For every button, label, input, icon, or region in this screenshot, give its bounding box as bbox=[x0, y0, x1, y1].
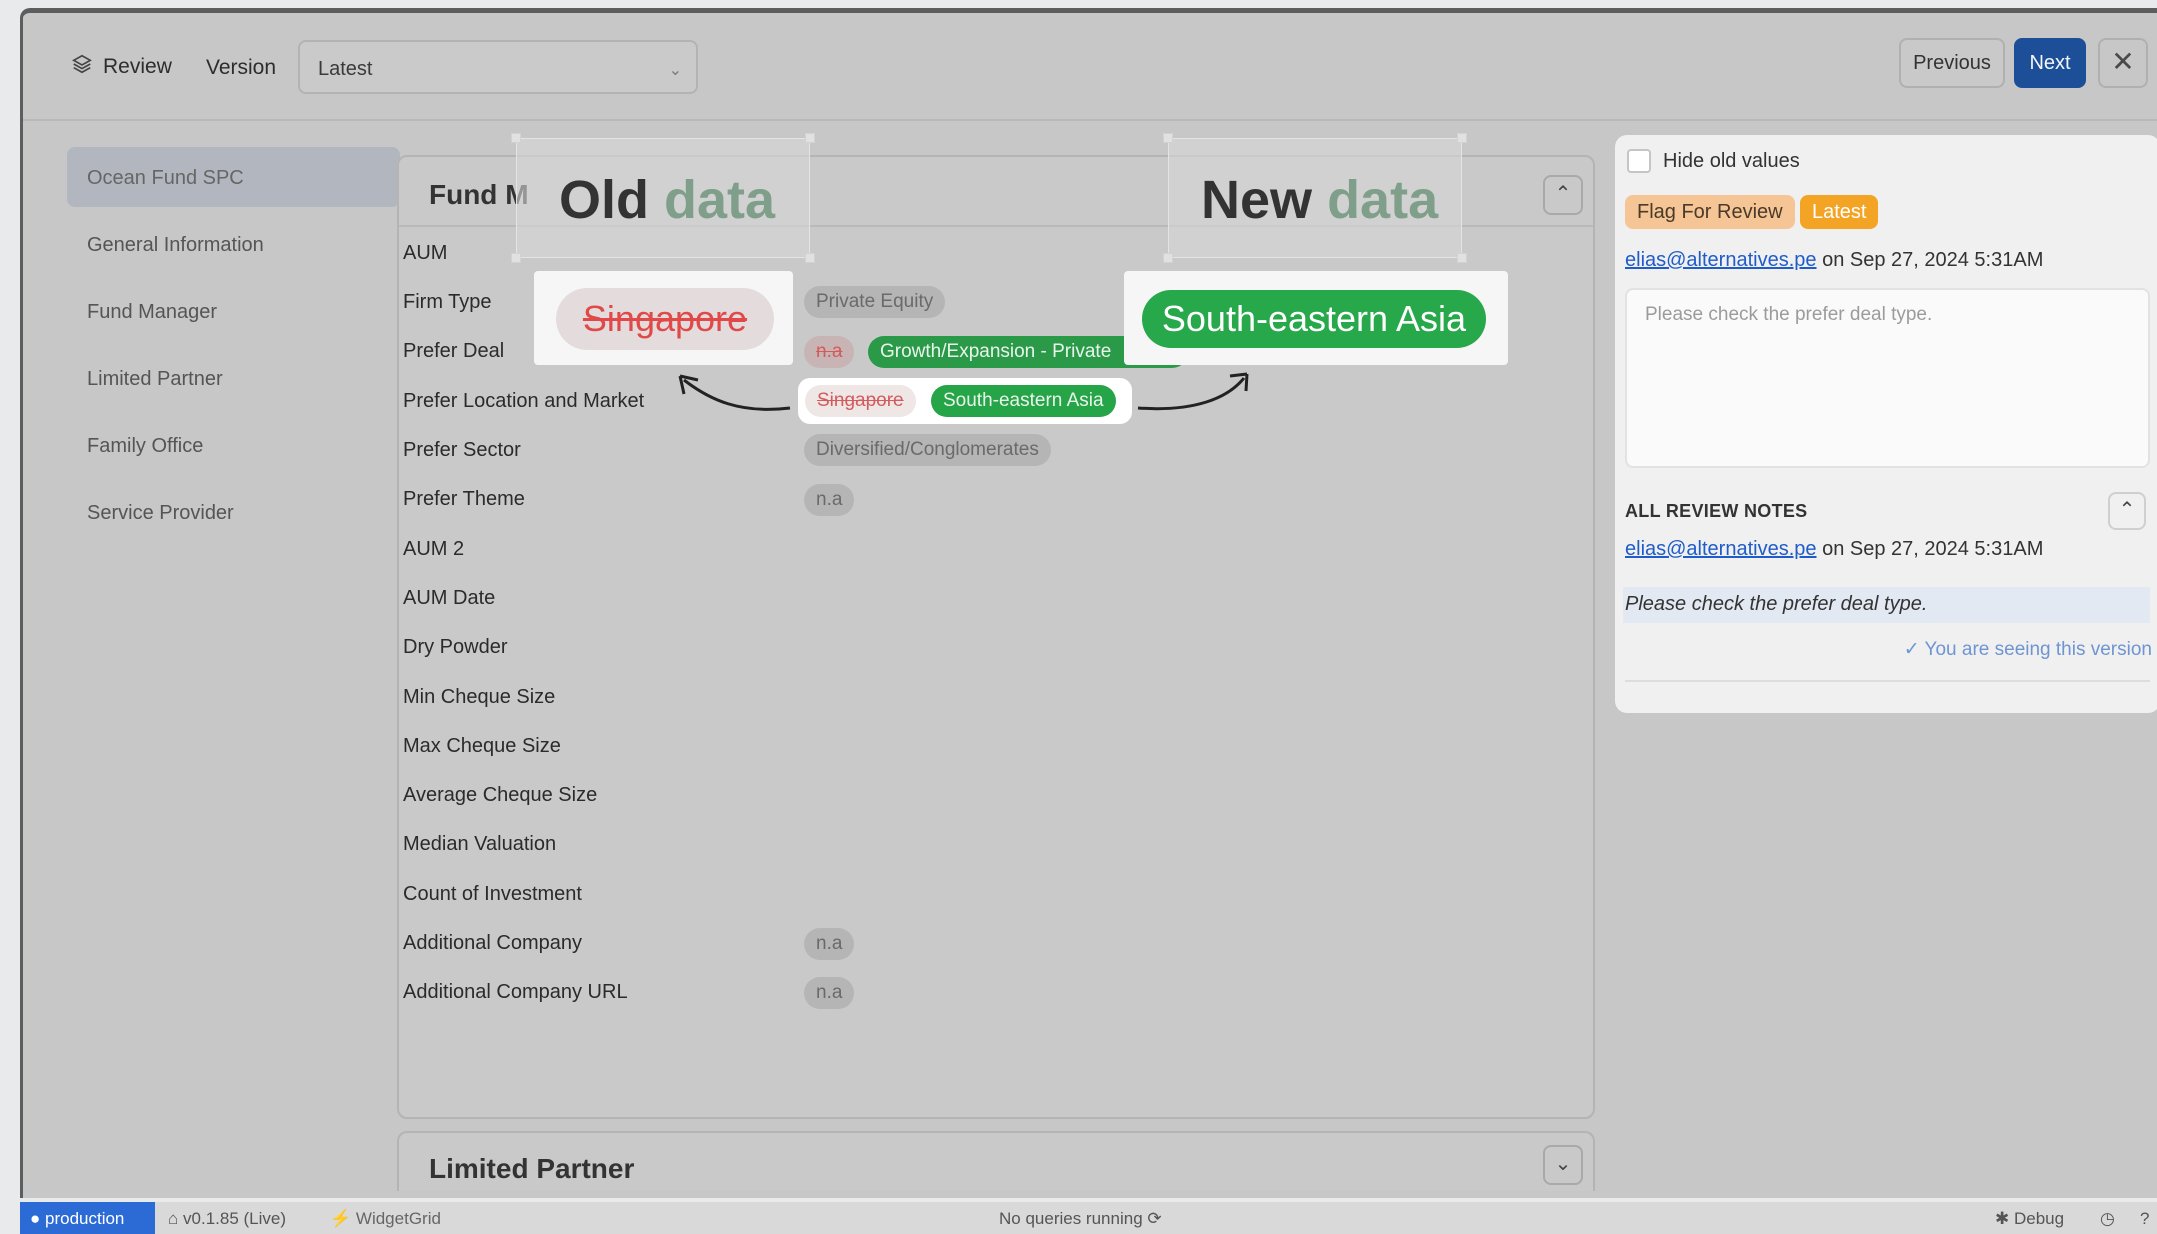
environment-label: production bbox=[45, 1209, 125, 1228]
history-icon[interactable]: ◷ bbox=[2100, 1209, 2115, 1229]
debug-label: Debug bbox=[2013, 1209, 2065, 1228]
query-status: No queries running ⟳ bbox=[999, 1209, 1162, 1229]
status-bar: ● production ⌂ v0.1.85 (Live) ⚡ WidgetGr… bbox=[20, 1202, 2157, 1234]
widget-grid-label: WidgetGrid bbox=[355, 1209, 441, 1228]
widget-grid[interactable]: ⚡ WidgetGrid bbox=[330, 1209, 441, 1229]
refresh-icon: ⟳ bbox=[1147, 1209, 1162, 1228]
query-status-label: No queries running bbox=[999, 1209, 1143, 1228]
annotation-arrows bbox=[678, 372, 1249, 411]
bug-icon: ✱ bbox=[1995, 1209, 2010, 1228]
version-tag: ⌂ v0.1.85 (Live) bbox=[168, 1209, 286, 1229]
environment-indicator[interactable]: ● production bbox=[20, 1202, 155, 1234]
debug-button[interactable]: ✱ Debug bbox=[1995, 1209, 2064, 1229]
tag-icon: ⌂ bbox=[168, 1209, 179, 1228]
version-tag-label: v0.1.85 (Live) bbox=[183, 1209, 287, 1228]
bolt-icon: ⚡ bbox=[330, 1209, 352, 1228]
help-icon[interactable]: ? bbox=[2140, 1209, 2149, 1229]
